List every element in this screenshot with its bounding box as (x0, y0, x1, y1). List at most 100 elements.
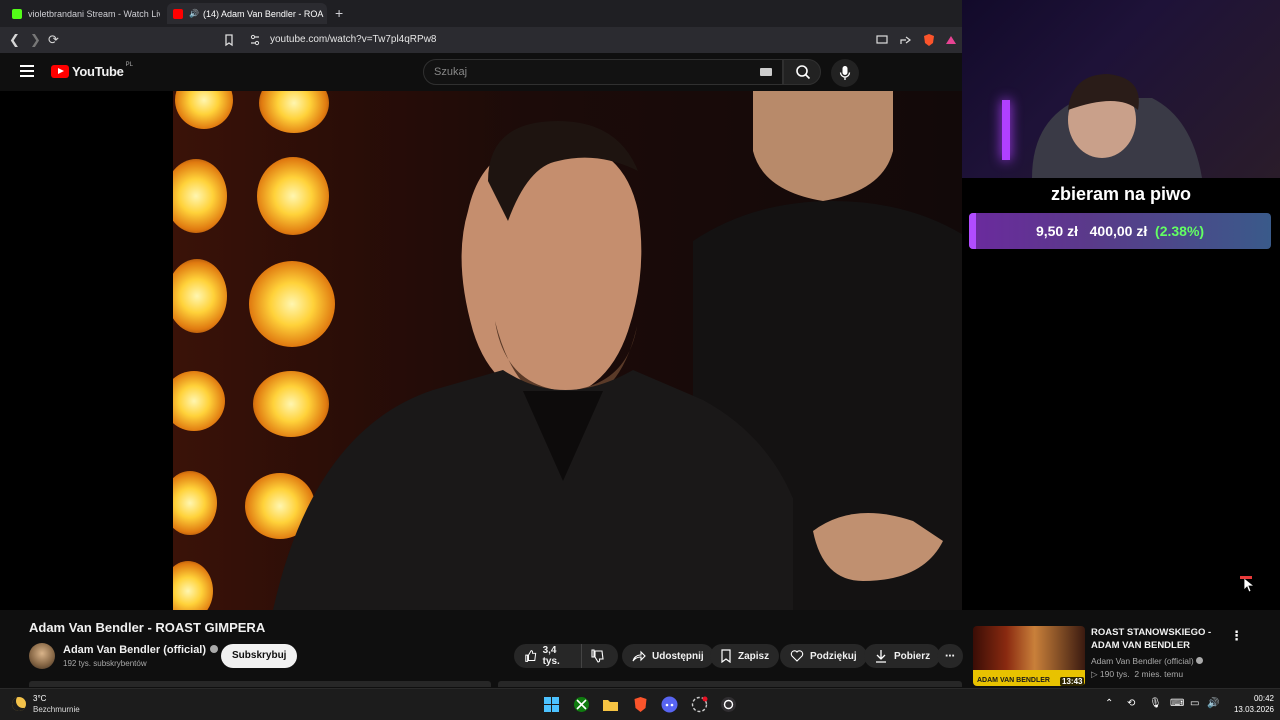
clock-time[interactable]: 00:42 (1228, 694, 1274, 703)
url-text[interactable]: youtube.com/watch?v=Tw7pl4qRPw8 (270, 34, 436, 45)
clock-date[interactable]: 13.03.2026 (1218, 705, 1274, 714)
channel-name[interactable]: Adam Van Bendler (official) (63, 644, 219, 656)
recommended-age: 2 mies. temu (1134, 669, 1184, 679)
streamer-webcam (962, 0, 1280, 178)
youtube-logo[interactable]: YouTube PL (51, 61, 133, 79)
address-bar: ❮ ❯ ⟳ youtube.com/watch?v=Tw7pl4qRPw8 (0, 27, 962, 53)
share-icon (632, 650, 646, 662)
youtube-play-icon (51, 65, 69, 78)
back-icon[interactable]: ❮ (9, 32, 20, 48)
brave-shield-icon[interactable] (922, 33, 936, 47)
recommended-views: 190 tys. (1099, 669, 1130, 679)
bookmark-icon[interactable] (222, 33, 236, 47)
keyboard-icon[interactable] (760, 68, 772, 76)
brave-rewards-icon[interactable] (944, 33, 958, 47)
thanks-button[interactable]: Podziękuj (780, 644, 867, 668)
video-info: Adam Van Bendler - ROAST GIMPERA Adam Va… (0, 610, 963, 687)
xbox-icon[interactable] (573, 696, 590, 713)
bookmark-save-icon (721, 649, 731, 663)
browser-tab-bar: violetbrandani Stream - Watch Live o 🔊 (… (0, 0, 962, 27)
close-tab-icon[interactable]: ✕ (323, 7, 327, 20)
recommended-channel[interactable]: Adam Van Bendler (official) (1091, 656, 1204, 666)
subscriber-count: 192 tys. subskrybentów (63, 659, 147, 668)
tab-title: (14) Adam Van Bendler - ROA (202, 8, 324, 19)
video-duration: 13:43 (1060, 677, 1085, 686)
tray-chevron-icon[interactable]: ⌃ (1105, 698, 1113, 709)
share-page-icon[interactable] (898, 33, 912, 47)
channel-avatar[interactable] (29, 643, 55, 669)
streamer-figure (1032, 74, 1202, 178)
youtube-logo-text: YouTube (72, 64, 124, 79)
download-button[interactable]: Pobierz (864, 644, 941, 668)
forward-icon[interactable]: ❯ (30, 32, 41, 48)
tray-mic-icon[interactable]: 🎙 (1149, 698, 1162, 709)
like-dislike-group: 3,4 tys. (514, 644, 618, 668)
reload-icon[interactable]: ⟳ (48, 32, 59, 48)
tab-violetbrandani[interactable]: violetbrandani Stream - Watch Live o (6, 3, 160, 24)
subscribe-button[interactable]: Subskrybuj (221, 644, 298, 668)
scroll-edge (0, 681, 962, 687)
recommended-title-line1[interactable]: ROAST STANOWSKIEGO - (1091, 627, 1211, 638)
tab-youtube[interactable]: 🔊 (14) Adam Van Bendler - ROA ✕ (167, 3, 327, 24)
search-icon (796, 65, 811, 80)
share-button[interactable]: Udostępnij (622, 644, 714, 668)
channel-name-text: Adam Van Bendler (official) (63, 644, 207, 656)
search-button[interactable] (783, 59, 821, 85)
save-button[interactable]: Zapisz (710, 644, 780, 668)
search-box (423, 59, 783, 85)
weather-moon-icon[interactable] (12, 697, 26, 711)
weather-condition[interactable]: Bezchmurnie (33, 705, 80, 714)
youtube-header: YouTube PL (0, 53, 962, 91)
discord-icon[interactable] (661, 696, 678, 713)
more-actions-button[interactable]: ⋯ (937, 644, 963, 668)
search-input[interactable] (424, 60, 744, 84)
thumbs-down-icon (591, 649, 604, 663)
app-icon[interactable] (691, 696, 708, 713)
speaker-icon: 🔊 (189, 9, 199, 18)
windows-taskbar: 3°C Bezchmurnie ⌃ ⟲ 🎙 ⌨ ▭ 🔊 00:42 13.03.… (0, 688, 1280, 720)
recommended-channel-text: Adam Van Bendler (official) (1091, 656, 1194, 666)
donation-goal-text: 9,50 zł 400,00 zł (2.38%) (969, 223, 1271, 239)
thumbs-up-icon (525, 650, 537, 662)
brave-browser-icon[interactable] (632, 696, 649, 713)
thanks-label: Podziękuj (810, 650, 857, 662)
windows-start-icon[interactable] (543, 696, 560, 713)
dislike-button[interactable] (582, 649, 618, 663)
share-label: Udostępnij (652, 650, 704, 662)
voice-search-button[interactable] (831, 59, 859, 87)
overlay-cursor-icon (1240, 576, 1256, 593)
recommended-title-line2[interactable]: ADAM VAN BENDLER (1091, 640, 1190, 651)
microphone-icon (839, 66, 851, 80)
youtube-favicon-icon (173, 8, 183, 19)
thanks-heart-icon (790, 650, 804, 662)
recommended-meta: ▷ 190 tys. 2 mies. temu (1091, 669, 1184, 679)
video-frame (173, 91, 962, 610)
tray-network-icon[interactable]: ▭ (1190, 698, 1199, 709)
kick-icon (12, 8, 22, 19)
video-player[interactable] (0, 91, 962, 610)
donation-goal-bar: 9,50 zł 400,00 zł (2.38%) (969, 213, 1271, 249)
thumbnail-text: ADAM VAN BENDLER (977, 677, 1050, 684)
menu-icon[interactable] (20, 65, 34, 77)
video-title: Adam Van Bendler - ROAST GIMPERA (29, 620, 266, 635)
tray-keyboard-icon[interactable]: ⌨ (1170, 698, 1184, 709)
goal-percent: (2.38%) (1155, 223, 1205, 239)
goal-current: 9,50 zł (1035, 223, 1078, 239)
recommended-more-icon[interactable]: ⋮ (1230, 628, 1243, 644)
tray-sync-icon[interactable]: ⟲ (1127, 698, 1135, 709)
cast-icon[interactable] (875, 33, 889, 47)
like-button[interactable]: 3,4 tys. (514, 644, 582, 668)
file-explorer-icon[interactable] (602, 696, 619, 713)
goal-target: 400,00 zł (1089, 223, 1148, 239)
site-info-icon[interactable] (248, 33, 262, 47)
verified-icon (1196, 657, 1204, 664)
verified-icon (210, 645, 219, 653)
weather-temperature[interactable]: 3°C (33, 694, 46, 703)
download-label: Pobierz (894, 650, 931, 662)
save-label: Zapisz (738, 650, 770, 662)
obs-icon[interactable] (720, 696, 737, 713)
tab-title: violetbrandani Stream - Watch Live o (28, 8, 160, 19)
new-tab-button[interactable]: + (335, 5, 343, 21)
like-count: 3,4 tys. (542, 645, 560, 667)
country-code: PL (125, 61, 133, 68)
